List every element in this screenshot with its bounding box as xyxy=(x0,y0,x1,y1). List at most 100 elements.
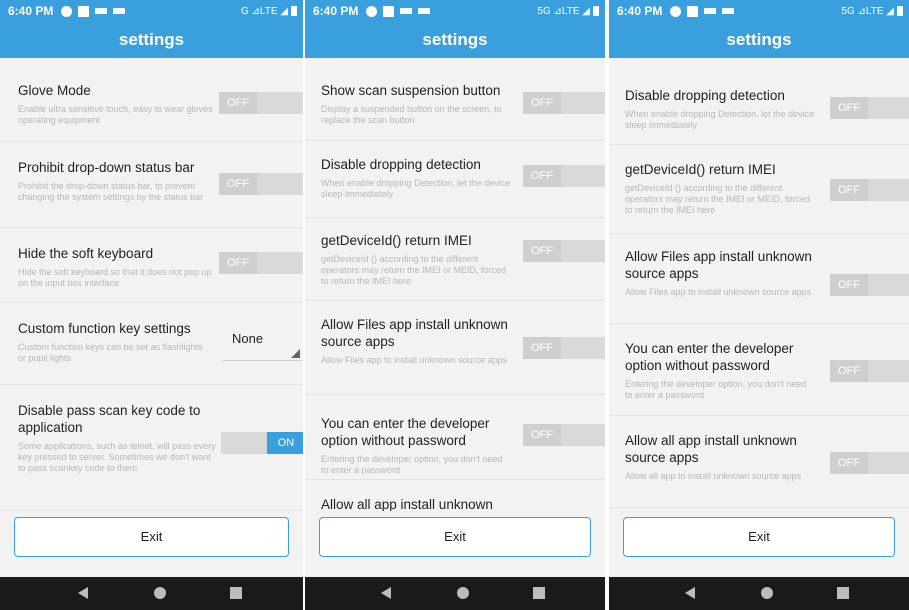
function-key-dropdown[interactable]: None xyxy=(222,331,302,361)
item-description: Enable ultra sensitive touch, easy to we… xyxy=(18,104,213,125)
battery-icon xyxy=(291,6,297,16)
disable-dropping-toggle[interactable]: OFF xyxy=(830,97,909,119)
home-icon[interactable] xyxy=(154,587,166,599)
toggle-label: OFF xyxy=(219,173,257,195)
list-item-prohibit-status-bar: Prohibit drop-down status bar Prohibit t… xyxy=(0,142,303,228)
home-icon[interactable] xyxy=(761,587,773,599)
item-title: Allow all app install unknown source app… xyxy=(625,433,797,465)
exit-button[interactable]: Exit xyxy=(319,517,591,557)
item-description: Allow Files app to install unknown sourc… xyxy=(321,355,508,365)
developer-no-password-toggle[interactable]: OFF xyxy=(523,424,605,446)
exit-button[interactable]: Exit xyxy=(14,517,289,557)
item-description: Entering the developer option, you don't… xyxy=(625,379,807,400)
list-item-disable-pass-scan-key: Disable pass scan key code to applicatio… xyxy=(0,385,303,511)
back-icon[interactable] xyxy=(381,587,391,599)
settings-list[interactable]: Disable dropping detection When enable d… xyxy=(609,58,909,511)
item-title: Allow all app install unknown xyxy=(321,497,493,511)
list-item-files-unknown-sources: Allow Files app install unknown source a… xyxy=(609,234,909,324)
notification-grid-icon xyxy=(383,5,395,17)
item-description: Display a suspended button on the screen… xyxy=(321,104,502,125)
network-label: G ⊿LTE ◢ xyxy=(240,5,288,17)
network-label: 5G ⊿LTE ◢ xyxy=(537,5,590,17)
item-title: Allow Files app install unknown source a… xyxy=(321,317,508,349)
item-title: getDeviceId() return IMEI xyxy=(625,162,776,177)
list-item-hide-soft-keyboard: Hide the soft keyboard Hide the soft key… xyxy=(0,228,303,303)
page-title: settings xyxy=(305,22,605,58)
notification-circle-icon xyxy=(366,5,378,17)
list-item-disable-dropping: Disable dropping detection When enable d… xyxy=(609,58,909,145)
toggle-label: OFF xyxy=(523,92,561,114)
recents-icon[interactable] xyxy=(837,587,849,599)
dropdown-arrow-icon xyxy=(291,349,300,358)
toggle-label: OFF xyxy=(830,452,868,474)
item-description: Some applications, such as telnet, will … xyxy=(18,441,216,473)
network-label: 5G ⊿LTE ◢ xyxy=(841,5,894,17)
status-bar: 6:40 PM 5G ⊿LTE ◢ xyxy=(609,0,909,22)
item-title: You can enter the developer option witho… xyxy=(321,416,490,448)
list-item-show-scan-suspension: Show scan suspension button Display a su… xyxy=(305,58,605,141)
navigation-bar xyxy=(305,577,605,610)
hd-icon xyxy=(704,8,717,14)
item-description: When enable dropping Detection, let the … xyxy=(321,178,511,199)
list-item-files-unknown-sources: Allow Files app install unknown source a… xyxy=(305,301,605,395)
page-title: settings xyxy=(609,22,909,58)
screen-1: 6:40 PM G ⊿LTE ◢ settings Glove Mode Ena… xyxy=(0,0,303,610)
screen-2: 6:40 PM 5G ⊿LTE ◢ settings Show scan sus… xyxy=(305,0,605,610)
exit-area: Exit xyxy=(305,511,605,577)
status-time: 6:40 PM xyxy=(313,4,359,18)
battery-icon xyxy=(897,6,903,16)
status-time: 6:40 PM xyxy=(617,4,663,18)
list-item-custom-function-key: Custom function key settings Custom func… xyxy=(0,303,303,385)
list-item-getdeviceid-imei: getDeviceId() return IMEI getDeviceId ()… xyxy=(305,218,605,301)
disable-pass-scan-key-toggle[interactable]: ON xyxy=(221,432,303,454)
exit-area: Exit xyxy=(609,511,909,577)
item-title: Allow Files app install unknown source a… xyxy=(625,249,812,281)
glove-mode-toggle[interactable]: OFF xyxy=(219,92,303,114)
keyboard-icon xyxy=(722,8,735,14)
list-item-all-app-unknown-sources: Allow all app install unknown xyxy=(305,480,605,511)
developer-no-password-toggle[interactable]: OFF xyxy=(830,360,909,382)
getdeviceid-imei-toggle[interactable]: OFF xyxy=(523,240,605,262)
hide-soft-keyboard-toggle[interactable]: OFF xyxy=(219,252,303,274)
list-item-developer-no-password: You can enter the developer option witho… xyxy=(305,395,605,480)
toggle-label: OFF xyxy=(219,252,257,274)
screen-3: 6:40 PM 5G ⊿LTE ◢ settings Disable dropp… xyxy=(609,0,909,610)
item-title: You can enter the developer option witho… xyxy=(625,341,794,373)
list-item-developer-no-password: You can enter the developer option witho… xyxy=(609,324,909,416)
toggle-label: OFF xyxy=(523,165,561,187)
item-description: Prohibit the drop-down status bar, to pr… xyxy=(18,181,204,202)
item-description: Hide the soft keyboard so that it does n… xyxy=(18,267,212,288)
back-icon[interactable] xyxy=(685,587,695,599)
keyboard-icon xyxy=(418,8,431,14)
disable-dropping-toggle[interactable]: OFF xyxy=(523,165,605,187)
list-item-getdeviceid-imei: getDeviceId() return IMEI getDeviceId ()… xyxy=(609,145,909,234)
notification-circle-icon xyxy=(61,5,73,17)
back-icon[interactable] xyxy=(78,587,88,599)
battery-icon xyxy=(593,6,599,16)
exit-area: Exit xyxy=(0,511,303,577)
all-app-unknown-sources-toggle[interactable]: OFF xyxy=(830,452,909,474)
hd-icon xyxy=(95,8,108,14)
show-scan-suspension-toggle[interactable]: OFF xyxy=(523,92,605,114)
recents-icon[interactable] xyxy=(230,587,242,599)
list-item-all-app-unknown-sources: Allow all app install unknown source app… xyxy=(609,416,909,508)
toggle-label: OFF xyxy=(830,360,868,382)
exit-button[interactable]: Exit xyxy=(623,517,895,557)
home-icon[interactable] xyxy=(457,587,469,599)
files-unknown-sources-toggle[interactable]: OFF xyxy=(830,274,909,296)
page-title: settings xyxy=(0,22,303,58)
status-bar: 6:40 PM G ⊿LTE ◢ xyxy=(0,0,303,22)
recents-icon[interactable] xyxy=(533,587,545,599)
list-item-disable-dropping: Disable dropping detection When enable d… xyxy=(305,141,605,218)
item-description: Allow Files app to install unknown sourc… xyxy=(625,287,812,297)
toggle-label: ON xyxy=(267,432,303,454)
hd-icon xyxy=(400,8,413,14)
prohibit-status-bar-toggle[interactable]: OFF xyxy=(219,173,303,195)
getdeviceid-imei-toggle[interactable]: OFF xyxy=(830,179,909,201)
settings-list[interactable]: Glove Mode Enable ultra sensitive touch,… xyxy=(0,58,303,511)
files-unknown-sources-toggle[interactable]: OFF xyxy=(523,337,605,359)
toggle-label: OFF xyxy=(219,92,257,114)
list-item-glove-mode: Glove Mode Enable ultra sensitive touch,… xyxy=(0,58,303,142)
item-title: Disable pass scan key code to applicatio… xyxy=(18,403,201,435)
settings-list[interactable]: Show scan suspension button Display a su… xyxy=(305,58,605,511)
